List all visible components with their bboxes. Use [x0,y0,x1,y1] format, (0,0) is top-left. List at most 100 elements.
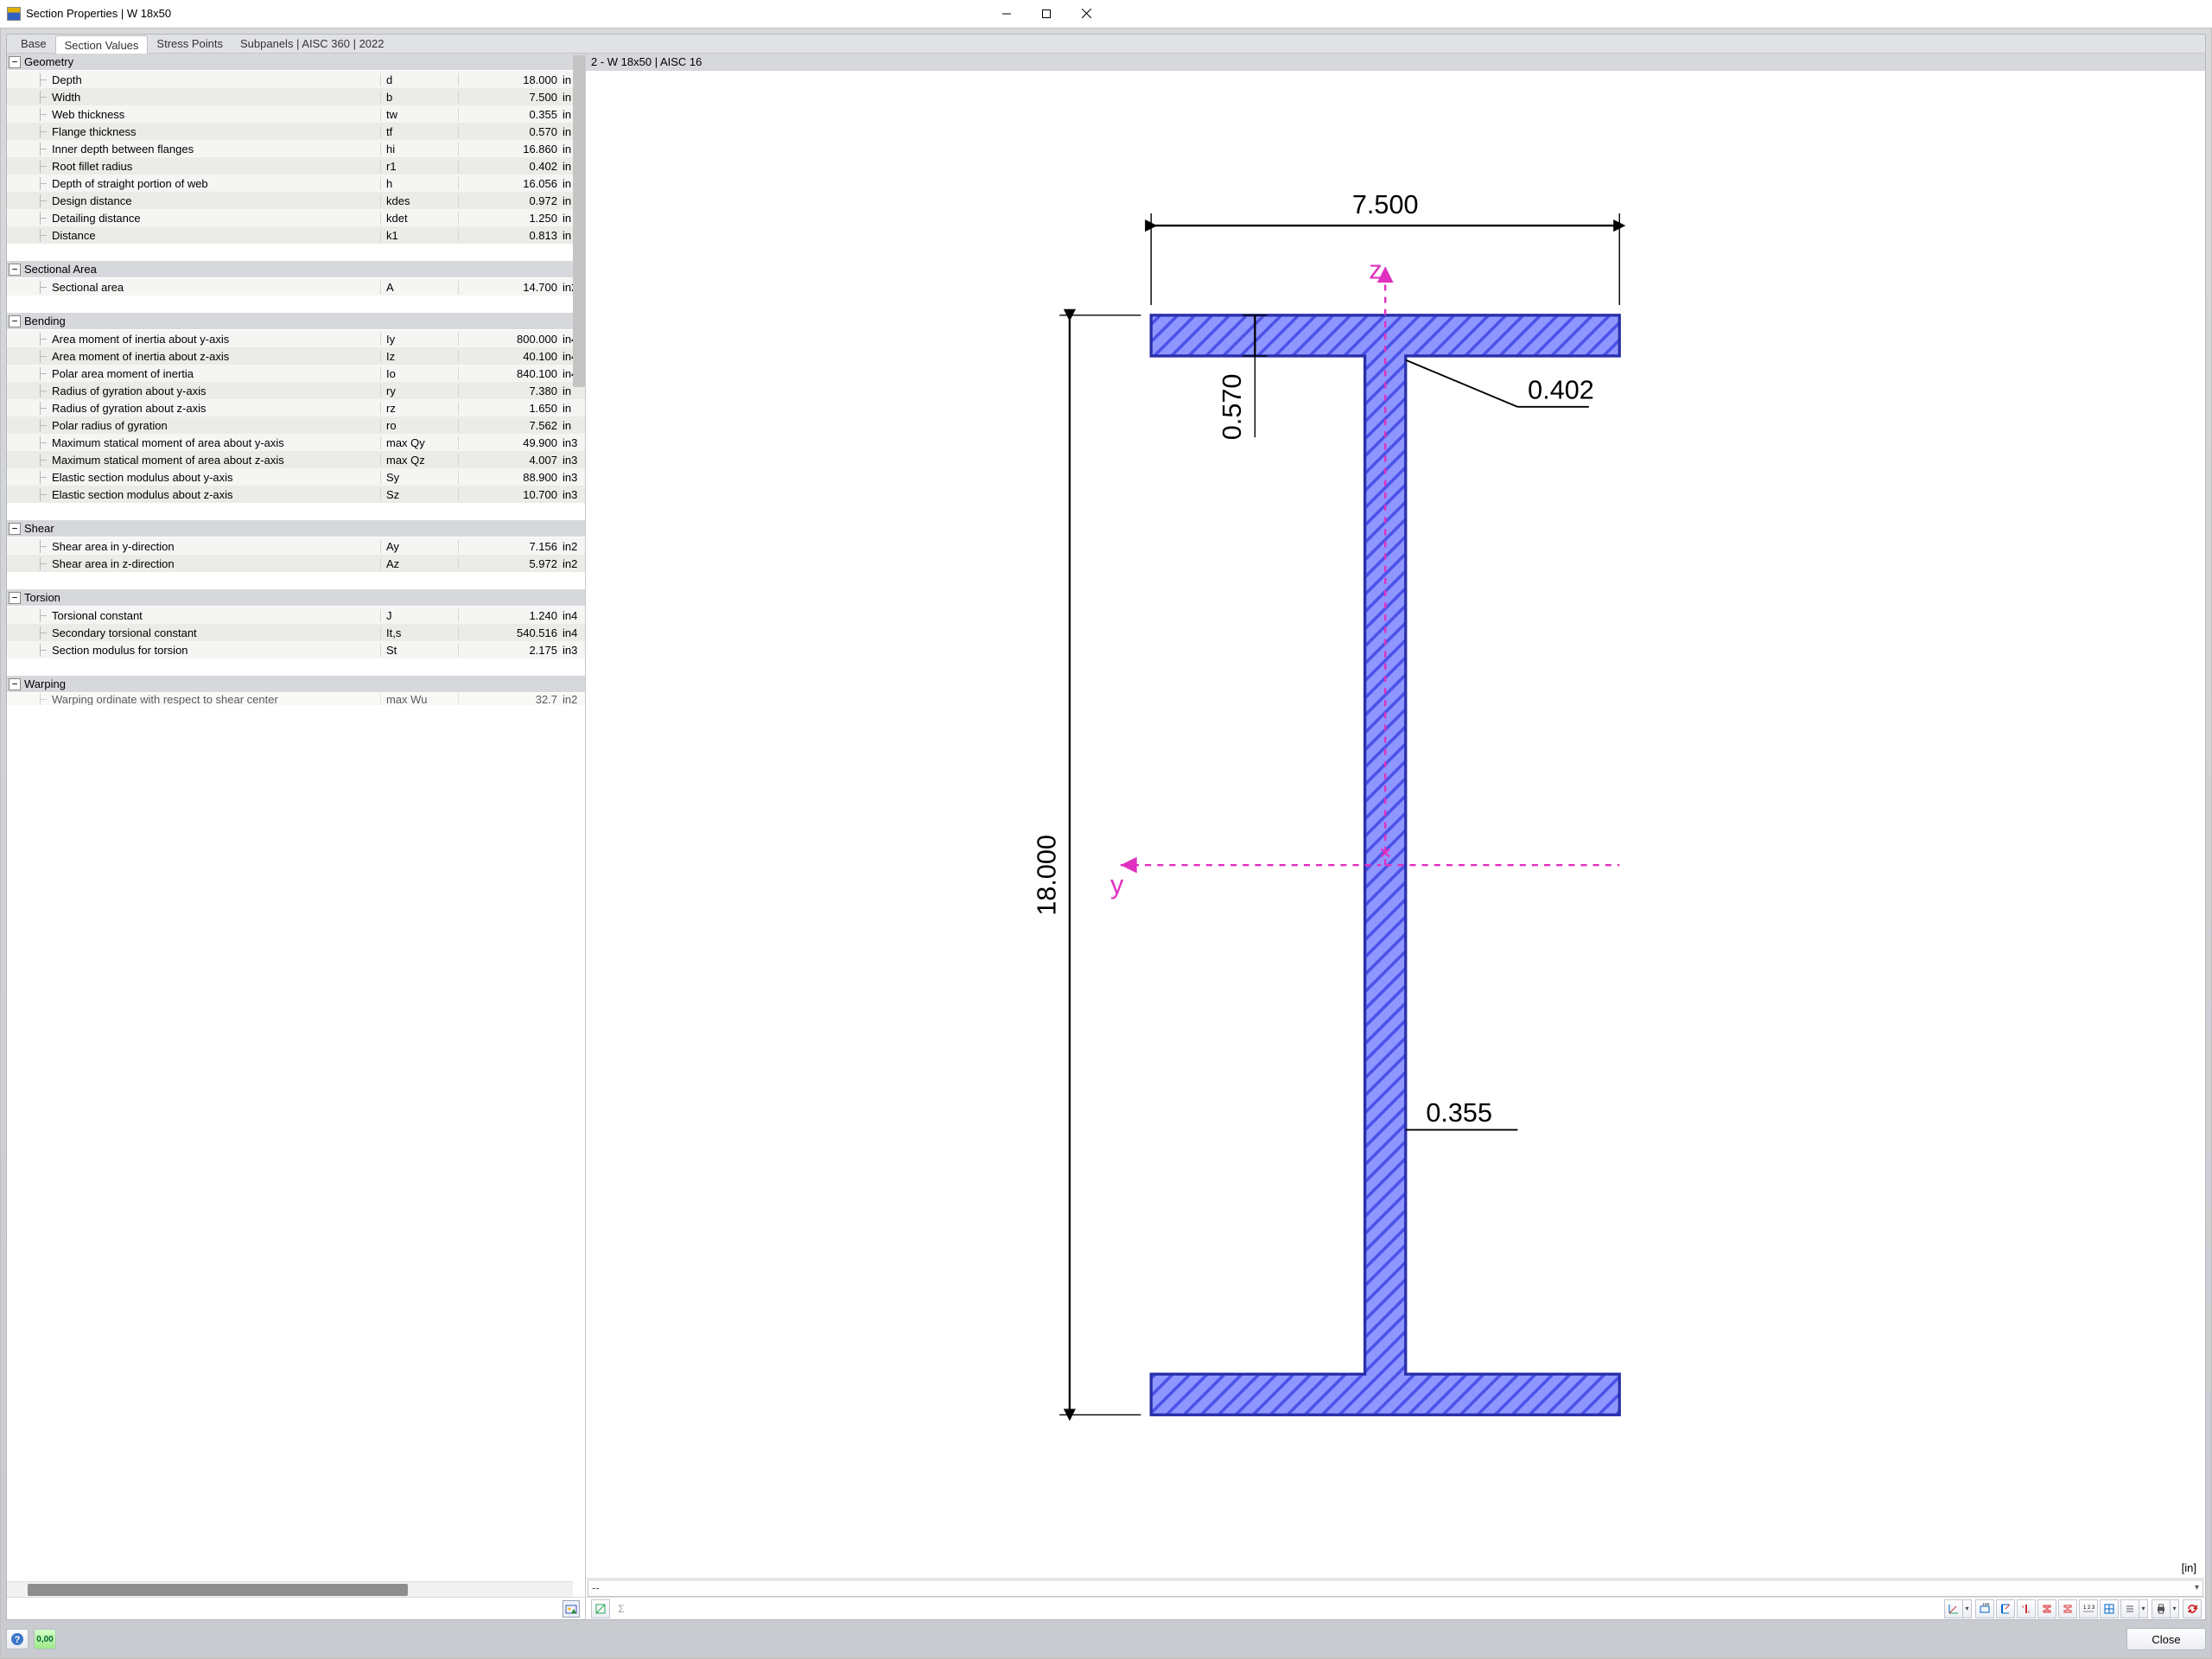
property-row[interactable]: Section modulus for torsion St 2.175 in3 [7,641,585,658]
values-left-icon[interactable] [1996,1599,2015,1618]
numbers-icon[interactable]: 1 2 3 [2079,1599,2098,1618]
tab-subpanels[interactable]: Subpanels | AISC 360 | 2022 [232,35,393,53]
sigma-icon[interactable]: Σ [612,1599,631,1618]
units-button[interactable]: 0,00 [34,1629,56,1649]
dialog-footer: ? 0,00 Close [6,1625,2206,1653]
svg-text:s: s [2022,1605,2024,1610]
property-value: 2.175 [458,644,561,657]
property-value: 1.240 [458,609,561,622]
collapse-icon[interactable]: − [9,56,21,68]
collapse-icon[interactable]: − [9,264,21,276]
property-row[interactable]: Warping ordinate with respect to shear c… [7,693,585,705]
collapse-icon[interactable]: − [9,678,21,690]
property-value: 16.056 [458,177,561,190]
property-row[interactable]: Distance k1 0.813 in [7,226,585,244]
horizontal-scrollbar[interactable] [7,1581,573,1597]
axes-icon[interactable] [1944,1599,1963,1618]
property-value: 0.570 [458,125,561,138]
minimize-button[interactable] [987,0,1027,28]
reset-icon[interactable] [2183,1599,2202,1618]
collapse-icon[interactable]: − [9,592,21,604]
property-symbol: max Wu [380,693,458,705]
property-row[interactable]: Depth of straight portion of web h 16.05… [7,175,585,192]
property-label: Area moment of inertia about y-axis [7,333,380,346]
property-value: 1.650 [458,402,561,415]
print-split-icon[interactable]: ▾ [2171,1599,2179,1618]
values-right-icon[interactable]: sc [2017,1599,2036,1618]
property-label: Maximum statical moment of area about y-… [7,436,380,449]
i-section-fill-icon[interactable] [2037,1599,2056,1618]
dimensions-icon[interactable]: 100 [1975,1599,1994,1618]
property-value: 10.700 [458,488,561,501]
drawing-toolbar: Σ ▾ 100 sc 1 2 3 ▾ ▾ [586,1597,2205,1619]
show-section-icon[interactable] [591,1599,610,1618]
close-button[interactable]: Close [2126,1628,2206,1650]
property-row[interactable]: Radius of gyration about y-axis ry 7.380… [7,382,585,399]
property-row[interactable]: Sectional area A 14.700 in2 [7,278,585,296]
property-row[interactable]: Radius of gyration about z-axis rz 1.650… [7,399,585,416]
property-symbol: max Qy [380,436,458,449]
property-row[interactable]: Depth d 18.000 in [7,71,585,88]
category-shear[interactable]: − Shear [7,520,585,537]
category-label: Sectional Area [24,263,97,276]
print-icon[interactable] [2152,1599,2171,1618]
property-value: 40.100 [458,350,561,363]
property-row[interactable]: Web thickness tw 0.355 in [7,105,585,123]
property-row[interactable]: Root fillet radius r1 0.402 in [7,157,585,175]
property-row[interactable]: Elastic section modulus about y-axis Sy … [7,468,585,486]
property-row[interactable]: Area moment of inertia about z-axis Iz 4… [7,347,585,365]
property-row[interactable]: Secondary torsional constant It,s 540.51… [7,624,585,641]
property-row[interactable]: Maximum statical moment of area about y-… [7,434,585,451]
i-section-outline-icon[interactable] [2058,1599,2077,1618]
collapse-icon[interactable]: − [9,315,21,327]
title-bar: Section Properties | W 18x50 [0,0,1106,28]
property-row[interactable]: Elastic section modulus about z-axis Sz … [7,486,585,503]
dim-depth: 18.000 [1032,835,1061,916]
svg-text:?: ? [15,1635,21,1645]
grid-icon[interactable] [2100,1599,2119,1618]
property-row[interactable]: Shear area in y-direction Ay 7.156 in2 [7,537,585,555]
axes-split-icon[interactable]: ▾ [1963,1599,1972,1618]
property-row[interactable]: Width b 7.500 in [7,88,585,105]
property-label: Detailing distance [7,212,380,225]
property-row[interactable]: Polar radius of gyration ro 7.562 in [7,416,585,434]
list-icon[interactable] [2120,1599,2139,1618]
property-value: 49.900 [458,436,561,449]
help-button[interactable]: ? [6,1629,29,1649]
property-row[interactable]: Inner depth between flanges hi 16.860 in [7,140,585,157]
section-drawing[interactable]: 7.500 18.000 0.570 0.402 0.355 y z [in] [586,71,2205,1578]
tab-stress-points[interactable]: Stress Points [148,35,232,53]
property-row[interactable]: Area moment of inertia about y-axis Iy 8… [7,330,585,347]
close-window-button[interactable] [1066,0,1106,28]
status-dropdown[interactable]: -- ▾ [588,1580,2203,1597]
vertical-scrollbar-thumb[interactable] [573,55,585,387]
property-symbol: tf [380,125,458,138]
property-row[interactable]: Shear area in z-direction Az 5.972 in2 [7,555,585,572]
property-row[interactable]: Torsional constant J 1.240 in4 [7,607,585,624]
property-value: 840.100 [458,367,561,380]
property-row[interactable]: Polar area moment of inertia Io 840.100 … [7,365,585,382]
category-bending[interactable]: − Bending [7,313,585,330]
category-label: Bending [24,315,66,327]
list-split-icon[interactable]: ▾ [2139,1599,2148,1618]
category-warping[interactable]: − Warping [7,676,585,693]
category-torsion[interactable]: − Torsion [7,589,585,607]
tab-section-values[interactable]: Section Values [55,35,149,54]
property-row[interactable]: Design distance kdes 0.972 in [7,192,585,209]
property-label: Shear area in z-direction [7,557,380,570]
category-sectional area[interactable]: − Sectional Area [7,261,585,278]
maximize-button[interactable] [1027,0,1066,28]
horizontal-scrollbar-thumb[interactable] [28,1584,408,1596]
property-grid[interactable]: − Geometry Depth d 18.000 in Width b 7.5… [7,54,585,1580]
property-symbol: Iy [380,333,458,346]
category-geometry[interactable]: − Geometry [7,54,585,71]
collapse-icon[interactable]: − [9,523,21,535]
property-row[interactable]: Detailing distance kdet 1.250 in [7,209,585,226]
property-unit: in3 [561,471,585,484]
tab-base[interactable]: Base [12,35,55,53]
dim-tf: 0.570 [1217,374,1247,441]
export-image-icon[interactable] [563,1600,580,1618]
property-row[interactable]: Flange thickness tf 0.570 in [7,123,585,140]
property-row[interactable]: Maximum statical moment of area about z-… [7,451,585,468]
property-unit: in3 [561,488,585,501]
